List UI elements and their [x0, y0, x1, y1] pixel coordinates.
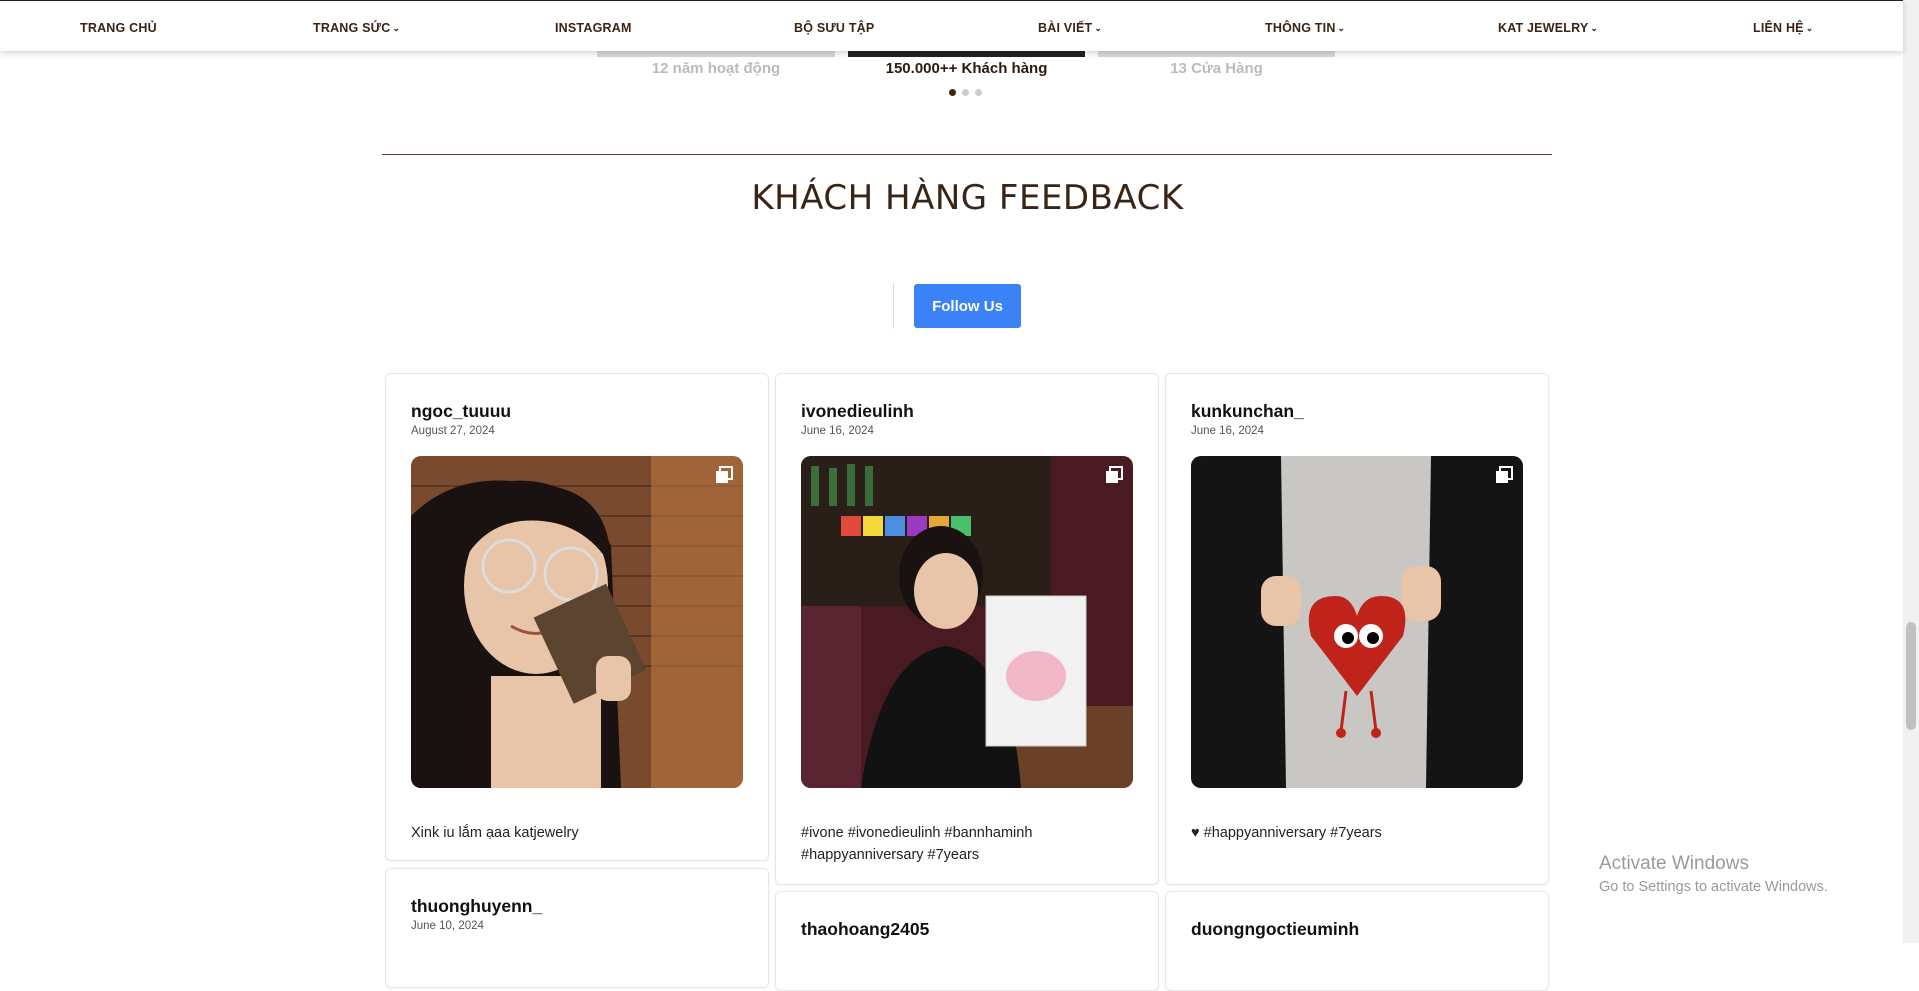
scrollbar-thumb[interactable] — [1906, 622, 1916, 730]
chevron-down-icon: ⌄ — [1094, 23, 1103, 33]
post-username[interactable]: ngoc_tuuuu — [411, 401, 511, 422]
stat-label: 150.000++ Khách hàng — [885, 60, 1048, 77]
post-photo[interactable] — [1191, 456, 1523, 788]
carousel-dot[interactable] — [962, 89, 969, 96]
post-username[interactable]: thaohoang2405 — [801, 919, 929, 940]
instagram-post-card[interactable]: duongngoctieuminh — [1165, 891, 1549, 991]
nav-menu: TRANG CHỦ TRANG SỨC ⌄ INSTAGRAM BỘ SƯU TẬ… — [0, 1, 1903, 51]
watermark-title: Activate Windows — [1599, 853, 1749, 874]
gallery-icon — [1106, 466, 1123, 483]
carousel-dot[interactable] — [975, 89, 982, 96]
follow-us-button[interactable]: Follow Us — [914, 284, 1021, 328]
post-photo[interactable] — [801, 456, 1133, 788]
post-caption: Xink iu lắm ạaa katjewelry — [411, 825, 579, 841]
instagram-post-card[interactable]: ngoc_tuuuu August 27, 2024 Xink iu lắm ạ… — [385, 373, 769, 861]
instagram-post-card[interactable]: kunkunchan_ June 16, 2024 ♥ #happyannive… — [1165, 373, 1549, 885]
watermark-subtitle: Go to Settings to activate Windows. — [1599, 879, 1828, 895]
nav-item-collection[interactable]: BỘ SƯU TẬP — [794, 21, 874, 35]
section-divider — [382, 154, 1552, 155]
stat-label: 12 năm hoạt động — [651, 60, 781, 77]
carousel-dot[interactable] — [949, 89, 956, 96]
post-date: June 16, 2024 — [1191, 425, 1264, 437]
carousel-dots — [949, 89, 982, 96]
post-username[interactable]: duongngoctieuminh — [1191, 919, 1359, 940]
post-date: June 10, 2024 — [411, 920, 484, 932]
section-title: KHÁCH HÀNG FEEDBACK — [751, 178, 1184, 218]
post-date: August 27, 2024 — [411, 425, 495, 437]
vertical-separator — [893, 283, 894, 329]
nav-item-kat-jewelry[interactable]: KAT JEWELRY ⌄ — [1498, 21, 1598, 35]
post-username[interactable]: thuonghuyenn_ — [411, 896, 542, 917]
page-scrollbar[interactable] — [1903, 0, 1919, 943]
instagram-post-card[interactable]: thaohoang2405 — [775, 891, 1159, 991]
nav-item-instagram[interactable]: INSTAGRAM — [555, 21, 632, 35]
nav-item-home[interactable]: TRANG CHỦ — [80, 21, 157, 35]
instagram-post-card[interactable]: thuonghuyenn_ June 10, 2024 — [385, 868, 769, 988]
post-photo[interactable] — [411, 456, 743, 788]
gallery-icon — [1496, 466, 1513, 483]
chevron-down-icon: ⌄ — [1590, 23, 1599, 33]
post-caption: ♥ #happyanniversary #7years — [1191, 825, 1382, 841]
stat-label: 13 Cửa Hàng — [1170, 60, 1263, 77]
top-navigation: TRANG CHỦ TRANG SỨC ⌄ INSTAGRAM BỘ SƯU TẬ… — [0, 0, 1903, 51]
post-date: June 16, 2024 — [801, 425, 874, 437]
post-username[interactable]: ivonedieulinh — [801, 401, 914, 422]
chevron-down-icon: ⌄ — [1337, 23, 1346, 33]
nav-item-contact[interactable]: LIÊN HỆ ⌄ — [1753, 21, 1813, 35]
nav-item-info[interactable]: THÔNG TIN ⌄ — [1265, 21, 1345, 35]
nav-item-jewelry[interactable]: TRANG SỨC ⌄ — [313, 21, 400, 35]
post-caption: #ivone #ivonedieulinh #bannhaminh #happy… — [801, 825, 1033, 863]
gallery-icon — [716, 466, 733, 483]
nav-item-articles[interactable]: BÀI VIẾT ⌄ — [1038, 21, 1102, 35]
instagram-post-card[interactable]: ivonedieulinh June 16, 2024 #ivone #ivon… — [775, 373, 1159, 885]
windows-activation-watermark: Activate Windows Go to Settings to activ… — [1599, 853, 1828, 895]
chevron-down-icon: ⌄ — [392, 23, 401, 33]
post-username[interactable]: kunkunchan_ — [1191, 401, 1304, 422]
chevron-down-icon: ⌄ — [1805, 23, 1814, 33]
